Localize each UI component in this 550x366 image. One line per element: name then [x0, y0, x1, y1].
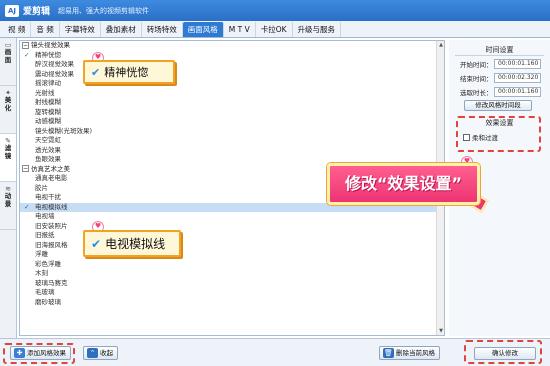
sidebar-item-label: 画面: [4, 48, 12, 64]
sidebar-item-filter[interactable]: ✎ 滤镜: [0, 134, 16, 182]
duration-row: 选取时长： 00:00:01.160: [449, 86, 550, 98]
start-time-field[interactable]: 00:00:01.160: [494, 59, 541, 69]
delete-style-label: 删除当前风格: [396, 349, 435, 357]
list-item[interactable]: 磨砂玻璃: [20, 298, 444, 308]
app-logo-icon: AJ: [5, 4, 19, 17]
end-time-row: 结束时间： 00:00:02.320: [449, 72, 550, 84]
tab-subtitle-effects[interactable]: 字幕特效: [60, 22, 101, 37]
sidebar-item-label: 动景: [4, 192, 12, 208]
tab-audio[interactable]: 音 频: [31, 22, 60, 37]
check-icon: ✔: [91, 65, 101, 79]
callout-label: 精神恍惚: [104, 66, 149, 79]
scroll-up-icon[interactable]: ▲: [437, 41, 444, 49]
start-time-label: 开始时间：: [460, 61, 493, 69]
list-item[interactable]: 彩色浮雕: [20, 260, 444, 270]
scroll-down-icon[interactable]: ▼: [437, 327, 444, 335]
duration-label: 选取时长：: [460, 89, 493, 97]
sidebar-item-motion[interactable]: ≋ 动景: [0, 182, 16, 230]
sidebar-item-label: 滤镜: [4, 144, 12, 160]
callout-tv-scanline: ✔ 电视模拟线: [83, 230, 181, 257]
collapse-label: 收起: [100, 349, 113, 357]
app-slogan: 超易用、强大的视频剪辑软件: [58, 6, 150, 15]
delete-style-button[interactable]: 🗑 删除当前风格: [379, 346, 440, 360]
highlight-confirm-button: [464, 340, 542, 364]
callout-label: 电视模拟线: [105, 237, 166, 251]
divider: [455, 55, 544, 56]
collapse-icon[interactable]: −: [22, 41, 29, 49]
sidebar-item-label: 美化: [4, 96, 12, 112]
list-item[interactable]: 旋转模糊: [20, 108, 444, 118]
sidebar: ▭ 画面 ✦ 美化 ✎ 滤镜 ≋ 动景: [0, 38, 17, 338]
start-time-row: 开始时间： 00:00:01.160: [449, 58, 550, 70]
sidebar-item-beautify[interactable]: ✦ 美化: [0, 86, 16, 134]
check-icon: ✔: [91, 236, 102, 251]
group-header-label: 镜头视觉效果: [31, 41, 70, 49]
tab-mtv[interactable]: M T V: [224, 22, 256, 37]
tab-karaoke[interactable]: 卡拉OK: [256, 22, 293, 37]
list-item[interactable]: 镜头模糊(光斑效果): [20, 127, 444, 137]
collapse-button[interactable]: ⌃ 收起: [83, 346, 118, 360]
highlight-effect-settings: [456, 116, 541, 152]
title-bar: AJ 爱剪辑 超易用、强大的视频剪辑软件: [0, 0, 550, 21]
tab-video[interactable]: 视 频: [3, 22, 32, 37]
tab-picture-style[interactable]: 画面风格: [182, 22, 224, 37]
end-time-field[interactable]: 00:00:02.320: [494, 73, 541, 83]
tab-upgrade-service[interactable]: 升级与服务: [293, 22, 342, 37]
app-name: 爱剪辑: [23, 7, 51, 17]
list-item[interactable]: 毛玻璃: [20, 288, 444, 298]
tab-overlay[interactable]: 叠加素材: [101, 22, 142, 37]
list-item[interactable]: 精神恍惚: [20, 51, 444, 61]
tab-transitions[interactable]: 转场特效: [142, 22, 183, 37]
main-tab-bar: 视 频 音 频 字幕特效 叠加素材 转场特效 画面风格 M T V 卡拉OK 升…: [0, 21, 550, 38]
sidebar-item-picture[interactable]: ▭ 画面: [0, 38, 16, 86]
highlight-add-button: [3, 343, 75, 364]
modify-time-segment-button[interactable]: 修改风格时间段: [464, 100, 532, 111]
list-item[interactable]: 木刻: [20, 269, 444, 279]
collapse-icon: ⌃: [87, 348, 98, 358]
trash-icon: 🗑: [383, 348, 394, 358]
time-settings-title: 时间设置: [485, 46, 514, 54]
group-header-label: 仿真艺术之美: [31, 164, 70, 173]
list-item[interactable]: 射线模糊: [20, 98, 444, 108]
duration-field[interactable]: 00:00:01.160: [494, 87, 541, 97]
list-item[interactable]: 天空霓虹: [20, 136, 444, 146]
group-header-lens-effects[interactable]: − 镜头视觉效果: [20, 41, 444, 51]
list-item[interactable]: 光射线: [20, 89, 444, 99]
list-item[interactable]: 动感模糊: [20, 117, 444, 127]
list-item[interactable]: 电视墙: [20, 212, 444, 222]
modify-effect-settings-banner: 修改“效果设置”: [327, 163, 480, 205]
collapse-icon[interactable]: −: [22, 165, 29, 172]
callout-spirit-trance: ✔ 精神恍惚: [83, 60, 175, 84]
list-item[interactable]: 透光效果: [20, 146, 444, 156]
end-time-label: 结束时间：: [460, 75, 493, 83]
list-item[interactable]: 玻璃马赛克: [20, 279, 444, 289]
